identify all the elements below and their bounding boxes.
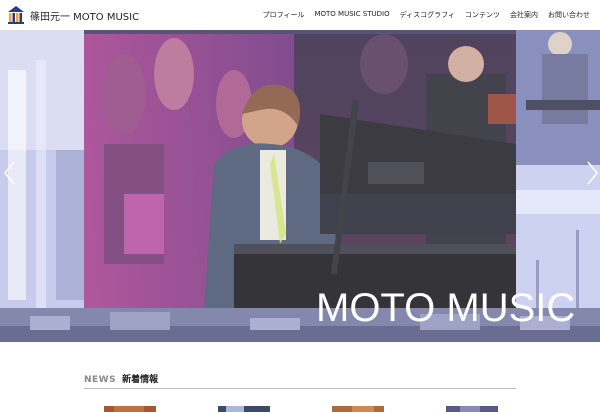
news-thumbnail[interactable] [218,406,270,412]
hero-carousel: MOTO MUSIC [0,30,600,342]
news-thumbnail[interactable] [332,406,384,412]
news-thumbnail[interactable] [104,406,156,412]
news-heading-en: NEWS [84,375,117,385]
chevron-right-icon[interactable] [584,160,600,186]
nav-item-studio[interactable]: MOTO MUSIC STUDIO [314,10,389,20]
nav-item-discography[interactable]: ディスコグラフィ [400,10,455,20]
news-divider [84,388,516,389]
site-header: 篠田元一 MOTO MUSIC プロフィール MOTO MUSIC STUDIO… [0,0,600,30]
nav-item-company[interactable]: 会社案内 [510,10,538,20]
main-nav: プロフィール MOTO MUSIC STUDIO ディスコグラフィ コンテンツ … [263,10,590,20]
hero-caption: MOTO MUSIC [316,286,576,330]
chevron-left-icon[interactable] [2,160,18,186]
site-logo-icon[interactable] [8,6,24,24]
nav-item-contact[interactable]: お問い合わせ [548,10,590,20]
news-thumbnail[interactable] [446,406,498,412]
news-heading: NEWS 新着情報 [84,372,158,385]
nav-item-contents[interactable]: コンテンツ [465,10,500,20]
news-heading-jp: 新着情報 [122,375,159,385]
hero-slide-image [84,34,516,310]
site-title[interactable]: 篠田元一 MOTO MUSIC [30,8,139,23]
previous-slide-image [0,30,84,342]
nav-item-profile[interactable]: プロフィール [263,10,305,20]
